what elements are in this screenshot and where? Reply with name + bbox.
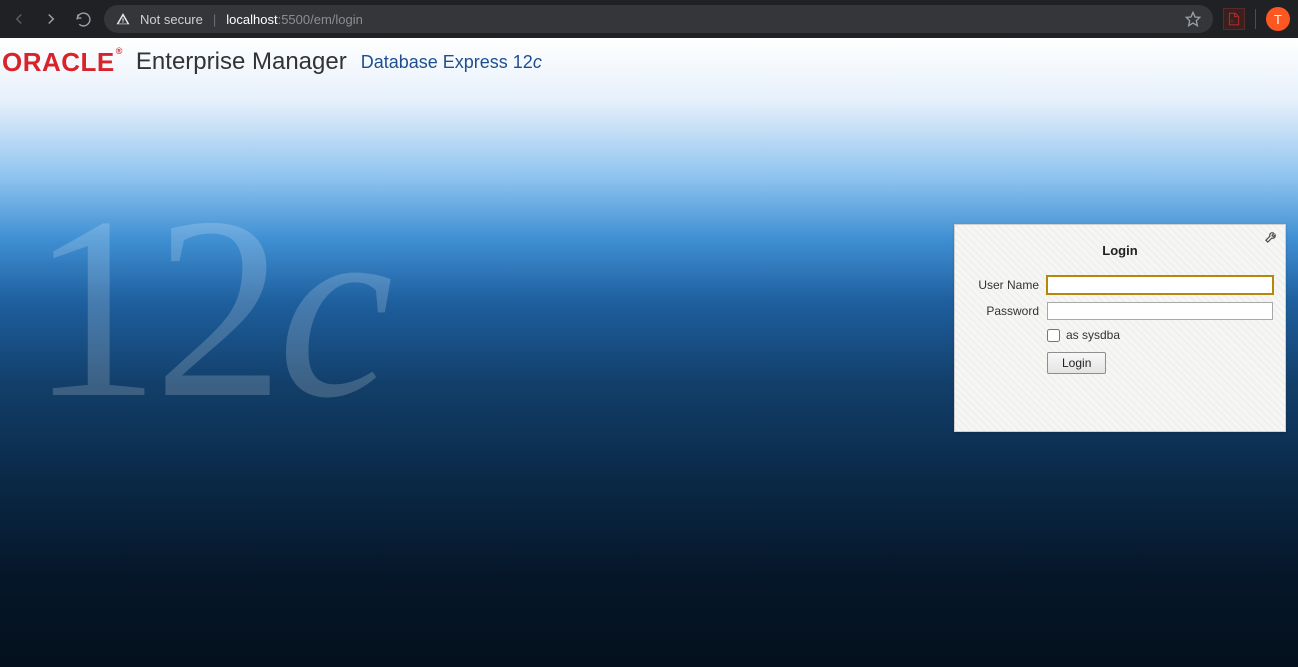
settings-wrench-icon[interactable]: [1264, 229, 1279, 244]
sysdba-checkbox[interactable]: [1047, 329, 1060, 342]
username-row: User Name: [967, 276, 1273, 294]
bookmark-star-icon[interactable]: [1185, 11, 1201, 27]
url-text: localhost:5500/em/login: [226, 12, 363, 27]
page-content: ORACLE® Enterprise Manager Database Expr…: [0, 38, 1298, 667]
svg-text:A: A: [1231, 19, 1235, 24]
address-separator: |: [213, 12, 216, 27]
browser-toolbar: Not secure | localhost:5500/em/login A T: [0, 0, 1298, 38]
oracle-logo: ORACLE®: [2, 49, 122, 75]
login-title: Login: [967, 243, 1273, 258]
sysdba-row: as sysdba: [1047, 328, 1273, 342]
password-row: Password: [967, 302, 1273, 320]
not-secure-icon: [116, 12, 130, 26]
forward-button[interactable]: [40, 8, 62, 30]
toolbar-divider: [1255, 9, 1256, 29]
username-input[interactable]: [1047, 276, 1273, 294]
back-button[interactable]: [8, 8, 30, 30]
pdf-extension-icon[interactable]: A: [1223, 8, 1245, 30]
page-subtitle: Database Express 12c: [361, 52, 542, 73]
not-secure-label: Not secure: [140, 12, 203, 27]
login-panel: Login User Name Password as sysdba Login: [954, 224, 1286, 432]
address-bar[interactable]: Not secure | localhost:5500/em/login: [104, 5, 1213, 33]
page-header: ORACLE® Enterprise Manager Database Expr…: [0, 38, 1298, 86]
login-button[interactable]: Login: [1047, 352, 1106, 374]
username-label: User Name: [967, 278, 1047, 292]
password-label: Password: [967, 304, 1047, 318]
version-watermark: 12c: [30, 178, 387, 438]
reload-button[interactable]: [72, 8, 94, 30]
profile-avatar[interactable]: T: [1266, 7, 1290, 31]
password-input[interactable]: [1047, 302, 1273, 320]
sysdba-label: as sysdba: [1066, 328, 1120, 342]
page-title: Enterprise Manager: [136, 48, 347, 76]
